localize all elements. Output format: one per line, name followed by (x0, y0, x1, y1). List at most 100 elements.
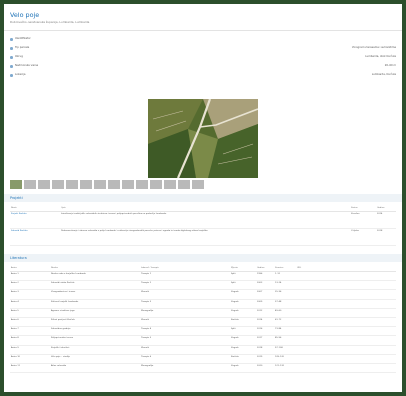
literature-place: Zagreb (230, 335, 256, 346)
project-year: 2014 (376, 211, 396, 229)
thumbnail-photo-5[interactable] (66, 180, 78, 189)
info-row: Nadmorska visina 20–60 m (10, 63, 402, 70)
info-value: Vinograd s terasama i suhozidima (351, 46, 396, 49)
literature-publisher: Časopis 3 (140, 299, 230, 309)
info-label: Okrug (15, 55, 23, 58)
literature-title: Suhozidna gradnja (50, 326, 140, 337)
divider (4, 30, 402, 31)
table-row[interactable]: Autor 6 Prilozi povijesti Korčule Zbornik K… (10, 317, 396, 328)
thumbnail-photo-6[interactable] (80, 180, 92, 189)
bullet-icon (10, 38, 13, 41)
literature-author: Autor 5 (10, 308, 50, 318)
literature-pages: 73–84 (274, 326, 296, 337)
literature-url[interactable] (296, 289, 396, 300)
literature-title: Vinogradarstvo i terase (50, 289, 140, 300)
table-row[interactable]: Autor 5 Agrarne strukture juga Monografija… (10, 308, 396, 318)
literature-pages: 25–36 (274, 289, 296, 300)
literature-title: Kulturni krajolik Lumbarde (50, 299, 140, 309)
literature-url[interactable] (296, 308, 396, 318)
literature-publisher: Časopis 6 (140, 354, 230, 364)
literature-author: Autor 6 (10, 317, 50, 328)
bullet-icon (10, 47, 13, 50)
thumbnail-photo-4[interactable] (52, 180, 64, 189)
table-row[interactable]: Suhozid Korčula Dokumentiranje i obnova s… (10, 228, 396, 246)
table-row[interactable]: Autor 1 Naslov rada o krajoliku Lumbarde Č… (10, 271, 396, 282)
literature-url[interactable] (296, 299, 396, 309)
literature-url[interactable] (296, 345, 396, 355)
table-row[interactable]: Autor 2 Suhozidi otoka Korčule Časopis 2 Sp… (10, 280, 396, 291)
literature-author: Autor 9 (10, 345, 50, 355)
thumbnail-photo-7[interactable] (94, 180, 106, 189)
literature-pages: 85–96 (274, 335, 296, 346)
literature-publisher: Časopis 1 (140, 271, 230, 282)
literature-place: Korčula (230, 354, 256, 364)
thumbnail-photo-13[interactable] (178, 180, 190, 189)
project-name[interactable]: Suhozid Korčula (10, 228, 60, 246)
info-row: Tip parcele Vinograd s terasama i suhozid… (10, 45, 402, 52)
literature-author: Autor 1 (10, 271, 50, 282)
literature-url[interactable] (296, 326, 396, 337)
literature-url[interactable] (296, 317, 396, 328)
info-label: Nadmorska visina (15, 64, 39, 67)
literature-pages: 61–72 (274, 317, 296, 328)
literature-publisher: Zbornik (140, 317, 230, 328)
thumbnail-photo-3[interactable] (38, 180, 50, 189)
literature-author: Autor 8 (10, 335, 50, 346)
literature-url[interactable] (296, 335, 396, 346)
literature-place: Zagreb (230, 289, 256, 300)
thumbnail-photo-8[interactable] (108, 180, 120, 189)
thumbnail-photo-14[interactable] (192, 180, 204, 189)
table-row[interactable]: Autor 3 Vinogradarstvo i terase Zbornik Zag… (10, 289, 396, 300)
table-row[interactable]: Autor 9 Krajolik i identitet Zbornik Zagreb… (10, 345, 396, 355)
literature-author: Autor 10 (10, 354, 50, 364)
table-row[interactable]: Autor 10 Velo poje – studija Časopis 6 Korč… (10, 354, 396, 364)
literature-title: Velo poje – studija (50, 354, 140, 364)
table-row[interactable]: Autor 7 Suhozidna gradnja Časopis 4 Split 20… (10, 326, 396, 337)
literature-author: Autor 2 (10, 280, 50, 291)
table-row[interactable]: Autor 4 Kulturni krajolik Lumbarde Časopis… (10, 299, 396, 309)
literature-title: Suhozidi otoka Korčule (50, 280, 140, 291)
literature-pages: 37–48 (274, 299, 296, 309)
literature-author: Autor 4 (10, 299, 50, 309)
literature-publisher: Monografija (140, 363, 230, 374)
literature-place: Split (230, 280, 256, 291)
literature-title: Agrarne strukture juga (50, 308, 140, 318)
literature-url[interactable] (296, 363, 396, 374)
literature-place: Split (230, 271, 256, 282)
table-row[interactable]: Autor 8 Poljoprivredne terase Časopis 5 Zag… (10, 335, 396, 346)
page-frame: Velo poje Dubrovačko-neretvanska županij… (4, 4, 402, 392)
thumbnail-photo-12[interactable] (164, 180, 176, 189)
literature-pages: 13–24 (274, 280, 296, 291)
literature-title: Atlas suhozida (50, 363, 140, 374)
thumbnail-photo-10[interactable] (136, 180, 148, 189)
literature-url[interactable] (296, 354, 396, 364)
literature-place: Korčula (230, 317, 256, 328)
table-row[interactable]: Projekt Korčula Istraživanje tradicijskih… (10, 211, 396, 229)
literature-heading: Literatura (10, 256, 27, 260)
literature-author: Autor 3 (10, 289, 50, 300)
info-row: Okrug Lumbarda, otok Korčula (10, 54, 402, 61)
thumbnail-photo-11[interactable] (150, 180, 162, 189)
literature-url[interactable] (296, 280, 396, 291)
literature-pages: 49–60 (274, 308, 296, 318)
table-row[interactable]: Autor 11 Atlas suhozida Monografija Zagreb 2… (10, 363, 396, 374)
literature-year: 1996 (256, 271, 274, 282)
literature-year: 2014 (256, 317, 274, 328)
literature-title: Prilozi povijesti Korčule (50, 317, 140, 328)
project-name[interactable]: Projekt Korčula (10, 211, 60, 229)
thumbnail-photo-9[interactable] (122, 180, 134, 189)
main-photo[interactable] (148, 99, 258, 178)
info-row: Identifikator (10, 36, 402, 43)
literature-section-header: Literatura (4, 254, 402, 262)
info-value: 20–60 m (384, 64, 396, 67)
literature-author: Autor 7 (10, 326, 50, 337)
projects-table: Naziv Opis Status Godina Projekt Korčula Ist… (10, 205, 396, 246)
bullet-icon (10, 65, 13, 68)
literature-year: 2009 (256, 299, 274, 309)
info-value: Lumbarda, otok Korčula (365, 55, 396, 58)
thumbnail-photo-2[interactable] (24, 180, 36, 189)
thumbnail-photo-1[interactable] (10, 180, 22, 189)
thumbnail-strip (10, 180, 400, 190)
literature-url[interactable] (296, 271, 396, 282)
literature-pages: 109–120 (274, 354, 296, 364)
